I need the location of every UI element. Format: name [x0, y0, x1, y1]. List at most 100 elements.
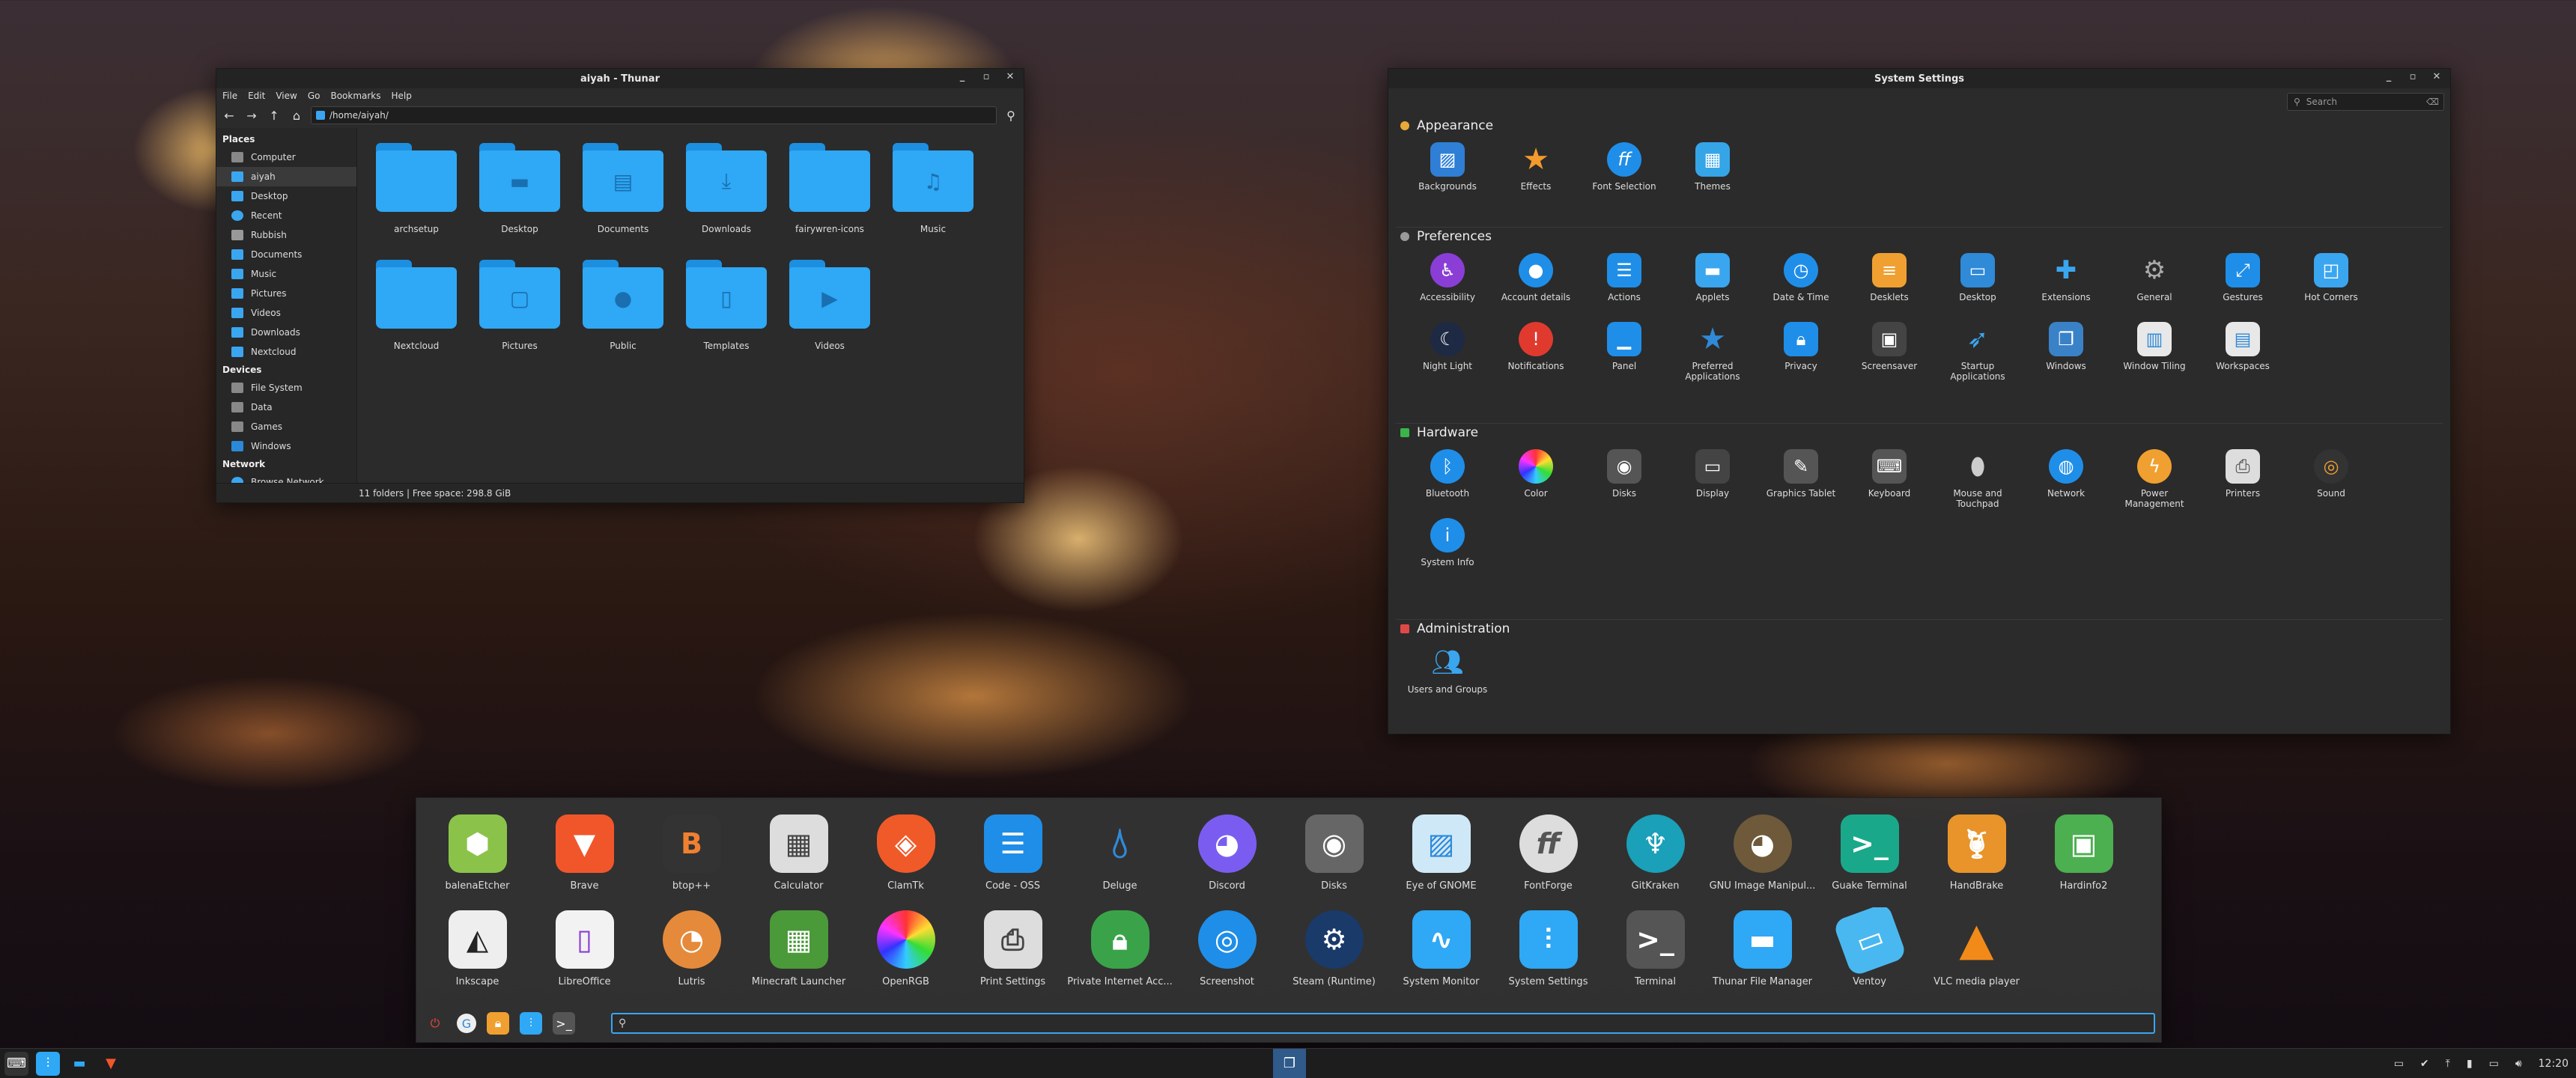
app-terminal[interactable]: >_ Terminal — [1602, 907, 1709, 1003]
folder-videos[interactable]: ▶ Videos — [778, 255, 881, 372]
sidebar-item-games[interactable]: Games — [216, 417, 356, 436]
battery-icon[interactable]: ▮ — [2467, 1058, 2473, 1070]
folder-downloads[interactable]: ⤓ Downloads — [675, 138, 778, 255]
setting-font-selection[interactable]: ff Font Selection — [1580, 135, 1668, 204]
setting-accessibility[interactable]: ♿ Accessibility — [1403, 246, 1492, 314]
sidebar-item-pictures[interactable]: Pictures — [216, 284, 356, 303]
launcher-search-input[interactable]: ⚲ — [611, 1013, 2155, 1034]
update-icon[interactable]: ⤒ — [2446, 1058, 2450, 1070]
lock-icon[interactable]: 🔒︎ — [487, 1012, 509, 1035]
sidebar-item-recent[interactable]: Recent — [216, 206, 356, 225]
setting-window-tiling[interactable]: ▥ Window Tiling — [2110, 314, 2199, 383]
app-system-settings[interactable]: ⫶ System Settings — [1495, 907, 1602, 1003]
app-btop[interactable]: Bbtop++ — [638, 811, 745, 907]
thunar-titlebar[interactable]: aiyah - Thunar _ ▫ ✕ — [216, 69, 1024, 88]
setting-backgrounds[interactable]: ▨ Backgrounds — [1403, 135, 1492, 204]
setting-preferred-applications[interactable]: ★ Preferred Applications — [1668, 314, 1757, 383]
google-icon[interactable]: G — [457, 1014, 476, 1033]
folder-fairywren-icons[interactable]: fairywren-icons — [778, 138, 881, 255]
clear-icon[interactable]: ⌫ — [2426, 97, 2439, 107]
folder-icon[interactable]: ▬ — [67, 1052, 91, 1076]
setting-general[interactable]: ⚙ General — [2110, 246, 2199, 314]
brave-icon[interactable]: ▼ — [99, 1052, 123, 1076]
setting-color[interactable]: Color — [1492, 442, 1580, 511]
setting-privacy[interactable]: 🔒︎ Privacy — [1757, 314, 1845, 383]
app-disks[interactable]: ◉ Disks — [1281, 811, 1388, 907]
setting-bluetooth[interactable]: ᛒ Bluetooth — [1403, 442, 1492, 511]
sidebar-item-computer[interactable]: Computer — [216, 147, 356, 167]
maximize-icon[interactable]: ▫ — [2405, 71, 2420, 82]
settings-titlebar[interactable]: System Settings _ ▫ ✕ — [1388, 69, 2450, 88]
setting-keyboard[interactable]: ⌨ Keyboard — [1845, 442, 1933, 511]
app-calculator[interactable]: ▦ Calculator — [745, 811, 852, 907]
setting-printers[interactable]: ⎙ Printers — [2199, 442, 2287, 511]
folder-public[interactable]: ● Public — [571, 255, 675, 372]
folder-archsetup[interactable]: archsetup — [365, 138, 468, 255]
setting-night-light[interactable]: ☾ Night Light — [1403, 314, 1492, 383]
menu-help[interactable]: Help — [392, 91, 412, 101]
sidebar-item-browse-network[interactable]: Browse Network — [216, 472, 356, 483]
app-discord[interactable]: ◕ Discord — [1173, 811, 1281, 907]
display-icon[interactable]: ▭ — [2394, 1058, 2404, 1070]
minimize-icon[interactable]: _ — [955, 71, 970, 82]
thunar-window[interactable]: aiyah - Thunar _ ▫ ✕ File Edit View Go Boo… — [216, 68, 1024, 503]
setting-users-groups[interactable]: 👥︎ Users and Groups — [1403, 638, 1492, 707]
search-input[interactable]: ⚲ Search ⌫ — [2287, 93, 2444, 111]
menu-edit[interactable]: Edit — [248, 91, 265, 101]
folder-templates[interactable]: ▯ Templates — [675, 255, 778, 372]
setting-windows[interactable]: ❐ Windows — [2022, 314, 2110, 383]
app-handbrake[interactable]: 🍹︎ HandBrake — [1923, 811, 2030, 907]
sidebar-item-data[interactable]: Data — [216, 398, 356, 417]
setting-startup-applications[interactable]: ➶ Startup Applications — [1933, 314, 2022, 383]
close-icon[interactable]: ✕ — [2429, 71, 2444, 82]
app-hardinfo2[interactable]: ▣ Hardinfo2 — [2030, 811, 2137, 907]
app-openrgb[interactable]: OpenRGB — [852, 907, 959, 1003]
app-deluge[interactable]: 💧︎ Deluge — [1066, 811, 1173, 907]
system-settings-window[interactable]: System Settings _ ▫ ✕ ⚲ Search ⌫ Appearanc… — [1388, 68, 2451, 734]
folder-nextcloud[interactable]: Nextcloud — [365, 255, 468, 372]
search-icon[interactable]: ⚲ — [1003, 107, 1019, 124]
app-code-oss[interactable]: ☰ Code - OSS — [959, 811, 1066, 907]
setting-system-info[interactable]: i System Info — [1403, 511, 1492, 579]
setting-hot-corners[interactable]: ◰ Hot Corners — [2287, 246, 2375, 314]
sidebar-item-music[interactable]: Music — [216, 264, 356, 284]
setting-power-management[interactable]: ϟ Power Management — [2110, 442, 2199, 511]
menu-view[interactable]: View — [276, 91, 297, 101]
settings-icon[interactable]: ⫶ — [520, 1012, 542, 1035]
setting-workspaces[interactable]: ▤ Workspaces — [2199, 314, 2287, 383]
up-arrow-icon[interactable]: ↑ — [266, 107, 282, 124]
app-private-internet-access[interactable]: 🔒︎ Private Internet Acc... — [1066, 907, 1173, 1003]
setting-date-time[interactable]: ◷ Date & Time — [1757, 246, 1845, 314]
sidebar-item-nextcloud[interactable]: Nextcloud — [216, 342, 356, 362]
app-guake-terminal[interactable]: >_ Guake Terminal — [1816, 811, 1923, 907]
app-screenshot[interactable]: ◎ Screenshot — [1173, 907, 1281, 1003]
setting-actions[interactable]: ☰ Actions — [1580, 246, 1668, 314]
app-clamtk[interactable]: ◈ ClamTk — [852, 811, 959, 907]
app-gimp[interactable]: ◕ GNU Image Manipul... — [1709, 811, 1816, 907]
setting-themes[interactable]: ▦ Themes — [1668, 135, 1757, 204]
app-ventoy[interactable]: ▭ Ventoy — [1816, 907, 1923, 1003]
app-eye-of-gnome[interactable]: ▨ Eye of GNOME — [1388, 811, 1495, 907]
clock[interactable]: 12:20 — [2539, 1058, 2569, 1070]
setting-network[interactable]: ◍ Network — [2022, 442, 2110, 511]
sidebar-item-downloads[interactable]: Downloads — [216, 323, 356, 342]
folder-music[interactable]: ♫ Music — [881, 138, 985, 255]
setting-desktop[interactable]: ▭ Desktop — [1933, 246, 2022, 314]
close-icon[interactable]: ✕ — [1003, 71, 1018, 82]
sidebar-item-aiyah[interactable]: aiyah — [216, 167, 356, 186]
setting-display[interactable]: ▭ Display — [1668, 442, 1757, 511]
sidebar-item-windows[interactable]: Windows — [216, 436, 356, 456]
app-gitkraken[interactable]: ♆ GitKraken — [1602, 811, 1709, 907]
volume-icon[interactable]: 🔊︎ — [2515, 1058, 2522, 1070]
terminal-icon[interactable]: >_ — [553, 1012, 575, 1035]
back-arrow-icon[interactable]: ← — [221, 107, 237, 124]
menu-file[interactable]: File — [222, 91, 237, 101]
forward-arrow-icon[interactable]: → — [243, 107, 260, 124]
setting-mouse-touchpad[interactable]: ⬮ Mouse and Touchpad — [1933, 442, 2022, 511]
setting-gestures[interactable]: ⤢ Gestures — [2199, 246, 2287, 314]
setting-applets[interactable]: ▬ Applets — [1668, 246, 1757, 314]
settings-sliders-icon[interactable]: ⫶ — [36, 1051, 60, 1076]
setting-graphics-tablet[interactable]: ✎ Graphics Tablet — [1757, 442, 1845, 511]
sidebar-item-file-system[interactable]: File System — [216, 378, 356, 398]
app-thunar[interactable]: ▬ Thunar File Manager — [1709, 907, 1816, 1003]
